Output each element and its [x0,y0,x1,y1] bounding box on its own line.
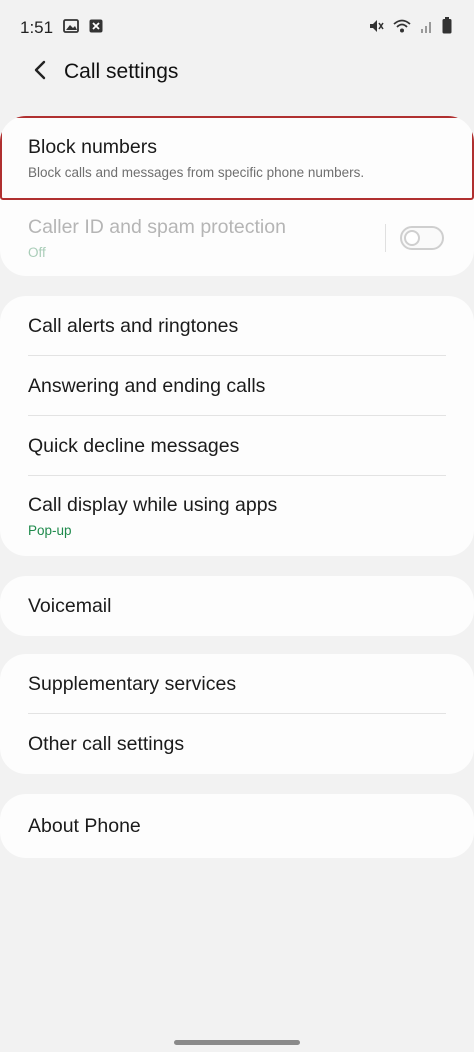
mute-icon [368,18,384,39]
caller-id-status: Off [28,245,46,260]
card-blocking: Block numbers Block calls and messages f… [0,116,474,276]
quick-decline-title: Quick decline messages [28,434,240,457]
call-display-item[interactable]: Call display while using apps Pop-up [0,476,474,556]
about-phone-title: About Phone [28,814,141,837]
block-numbers-item[interactable]: Block numbers Block calls and messages f… [0,116,474,200]
close-box-icon [89,18,103,38]
answering-ending-item[interactable]: Answering and ending calls [0,356,474,416]
other-call-settings-item[interactable]: Other call settings [0,714,474,774]
other-call-settings-title: Other call settings [28,732,185,755]
caller-id-item[interactable]: Caller ID and spam protection Off [0,200,474,276]
wifi-icon [392,18,412,39]
status-right [368,17,452,39]
back-button[interactable] [12,44,68,100]
app-bar: Call settings [0,44,474,100]
supplementary-services-item[interactable]: Supplementary services [0,654,474,714]
caller-id-title: Caller ID and spam protection [28,216,286,238]
supplementary-services-title: Supplementary services [28,672,237,695]
toggle-separator [385,224,386,252]
status-time: 1:51 [20,18,54,37]
call-display-title: Call display while using apps [28,494,278,516]
voicemail-title: Voicemail [28,594,112,617]
gallery-icon [63,18,79,38]
call-display-subtitle: Pop-up [28,523,72,538]
call-alerts-title: Call alerts and ringtones [28,314,239,337]
card-about: About Phone [0,794,474,858]
signal-icon [420,18,434,39]
card-more-settings: Supplementary services Other call settin… [0,654,474,774]
about-phone-item[interactable]: About Phone [0,794,474,858]
quick-decline-item[interactable]: Quick decline messages [0,416,474,476]
page-title: Call settings [64,60,179,83]
caller-id-toggle[interactable] [400,226,444,250]
answering-ending-title: Answering and ending calls [28,374,266,397]
battery-icon [442,17,452,39]
caller-id-toggle-wrap [385,224,444,252]
call-alerts-item[interactable]: Call alerts and ringtones [0,296,474,356]
card-voicemail: Voicemail [0,576,474,636]
voicemail-item[interactable]: Voicemail [0,576,474,636]
card-call-options: Call alerts and ringtones Answering and … [0,296,474,556]
toggle-knob [404,230,420,246]
status-left: 1:51 [20,18,103,38]
gesture-nav-handle[interactable] [174,1040,300,1045]
chevron-left-icon [32,59,48,86]
selection-highlight [0,116,474,200]
